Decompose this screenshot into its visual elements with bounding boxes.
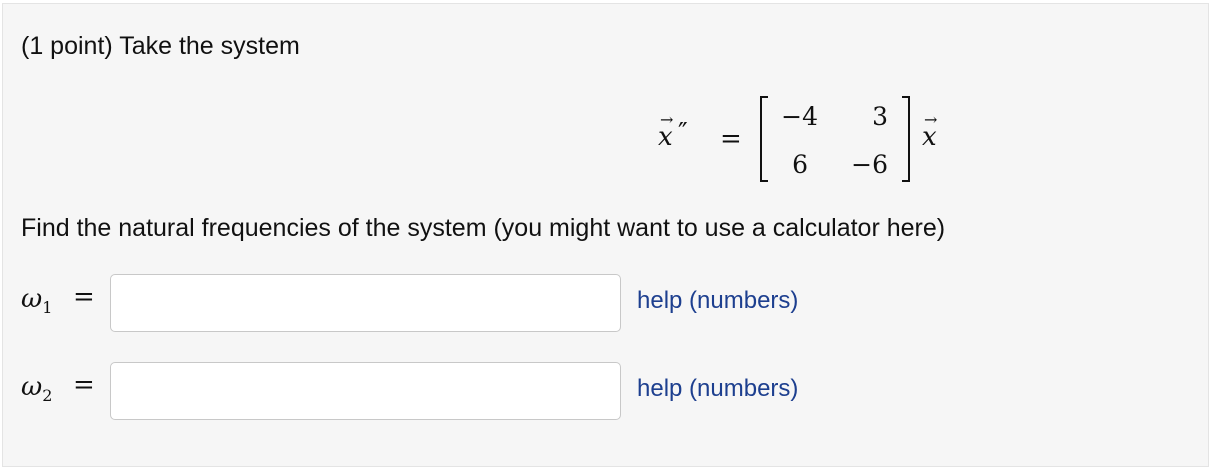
matrix-entry: 6	[792, 150, 808, 179]
help-numbers-link[interactable]: help (numbers)	[637, 375, 798, 403]
omega1-label: ω1	[21, 284, 53, 318]
question-text: Find the natural frequencies of the syst…	[21, 214, 946, 242]
omega2-input[interactable]	[110, 362, 621, 420]
system-equation: → x ″ = −4 3 6 −6 → x	[658, 92, 958, 188]
vector-arrow-icon: →	[924, 110, 938, 129]
omega1-equals: =	[73, 282, 95, 312]
problem-intro: (1 point) Take the system	[21, 32, 300, 60]
matrix-entry: 3	[872, 102, 888, 131]
matrix-entry: −6	[851, 150, 888, 179]
help-numbers-link[interactable]: help (numbers)	[637, 287, 798, 315]
lhs-vector: → x	[658, 110, 673, 152]
problem-panel: (1 point) Take the system → x ″ = −4 3 6…	[2, 3, 1209, 467]
omega1-input[interactable]	[110, 274, 621, 332]
vector-arrow-icon: →	[660, 110, 674, 129]
omega2-equals: =	[73, 370, 95, 400]
double-prime: ″	[678, 118, 688, 148]
rhs-vector: → x	[922, 110, 937, 152]
matrix-entry: −4	[781, 102, 818, 131]
omega2-label: ω2	[21, 372, 53, 406]
matrix-right-bracket	[902, 96, 910, 182]
equals-sign: =	[720, 124, 742, 154]
